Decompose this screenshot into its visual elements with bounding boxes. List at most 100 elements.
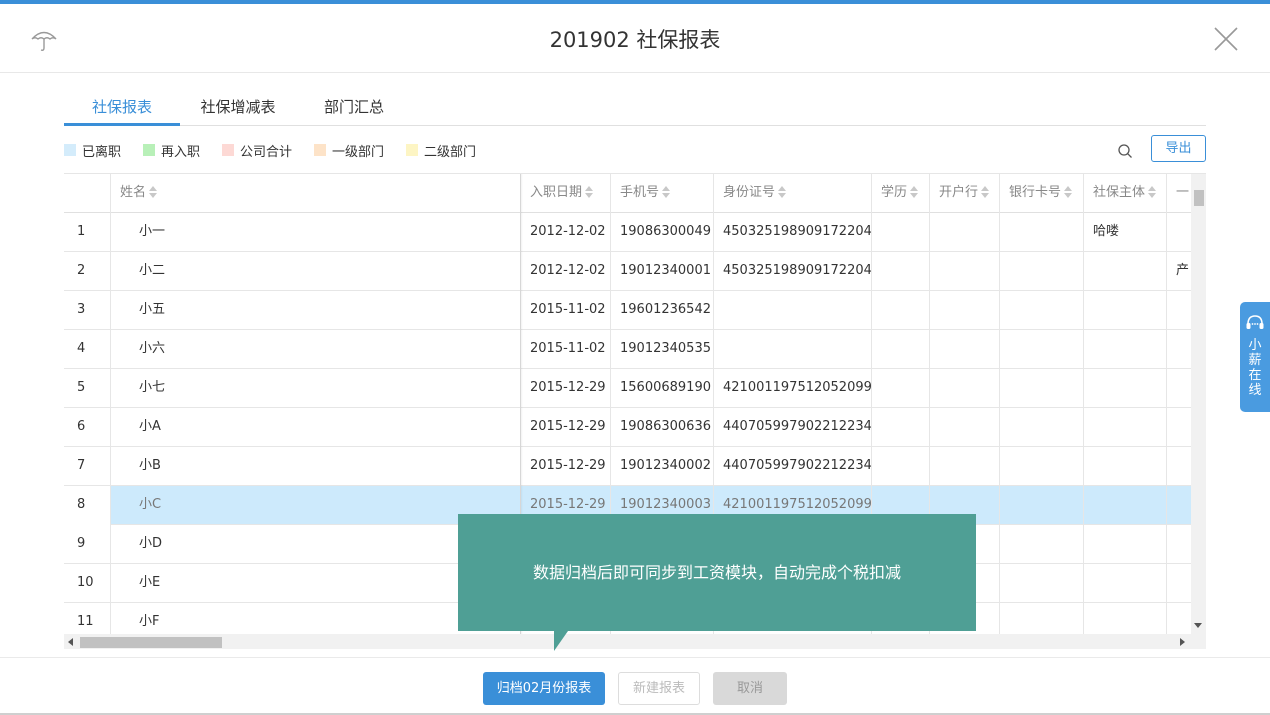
tab-bar: 社保报表 社保增减表 部门汇总 (64, 88, 1206, 126)
table-row[interactable]: 5 小七 2015-12-29 15600689190 4210011975120520… (64, 369, 1191, 408)
cell-phone: 19012340002 (611, 447, 714, 486)
cell-join-date: 2015-11-02 (521, 291, 611, 330)
cell-phone: 19012340535 (611, 330, 714, 369)
header-cell-name[interactable]: 姓名 (111, 174, 521, 213)
cell-join-date: 2012-12-02 (521, 213, 611, 252)
cell-more (1167, 486, 1191, 525)
vertical-scrollbar[interactable] (1191, 174, 1206, 634)
cell-social-entity (1084, 525, 1167, 564)
search-icon[interactable] (1117, 143, 1133, 159)
cell-education (872, 447, 930, 486)
cell-more (1167, 330, 1191, 369)
cell-more (1167, 213, 1191, 252)
cell-name: 小B (111, 447, 521, 486)
cell-bank (930, 252, 1000, 291)
cell-index: 10 (64, 564, 111, 603)
scroll-left-arrow-icon[interactable] (68, 638, 73, 646)
header-cell-join-date[interactable]: 入职日期 (521, 174, 611, 213)
scroll-down-arrow-icon[interactable] (1194, 623, 1202, 628)
header-cell-social-entity[interactable]: 社保主体 (1084, 174, 1167, 213)
scroll-right-arrow-icon[interactable] (1180, 638, 1185, 646)
cell-social-entity (1084, 408, 1167, 447)
table-row[interactable]: 7 小B 2015-12-29 19012340002 4407059979022122… (64, 447, 1191, 486)
table-row[interactable]: 3 小五 2015-11-02 19601236542 (64, 291, 1191, 330)
cell-more (1167, 369, 1191, 408)
cell-index: 1 (64, 213, 111, 252)
cell-index: 3 (64, 291, 111, 330)
header-cell-more[interactable]: 一 (1167, 174, 1191, 213)
archive-report-button[interactable]: 归档02月份报表 (483, 672, 605, 705)
header-cell-bank[interactable]: 开户行 (930, 174, 1000, 213)
cell-id-number (714, 330, 872, 369)
tooltip-pointer (554, 631, 568, 651)
cell-join-date: 2015-12-29 (521, 447, 611, 486)
cell-index: 4 (64, 330, 111, 369)
cell-phone: 19601236542 (611, 291, 714, 330)
cell-name: 小A (111, 408, 521, 447)
table-row[interactable]: 1 小一 2012-12-02 19086300049 4503251989091722… (64, 213, 1191, 252)
cell-social-entity (1084, 564, 1167, 603)
header-cell-id-number[interactable]: 身份证号 (714, 174, 872, 213)
cell-join-date: 2012-12-02 (521, 252, 611, 291)
cell-more (1167, 564, 1191, 603)
cell-bank-card (1000, 252, 1084, 291)
cell-education (872, 369, 930, 408)
header-cell-index (64, 174, 111, 213)
export-button[interactable]: 导出 (1151, 135, 1206, 162)
table-row[interactable]: 2 小二 2012-12-02 19012340001 4503251989091722… (64, 252, 1191, 291)
cell-name: 小五 (111, 291, 521, 330)
vertical-scroll-thumb[interactable] (1194, 190, 1204, 206)
cell-id-number (714, 291, 872, 330)
horizontal-scrollbar[interactable] (64, 634, 1206, 649)
table-row[interactable]: 4 小六 2015-11-02 19012340535 (64, 330, 1191, 369)
cell-bank-card (1000, 525, 1084, 564)
cell-bank (930, 213, 1000, 252)
cell-education (872, 291, 930, 330)
dialog-header: 201902 社保报表 (0, 4, 1270, 73)
cell-social-entity (1084, 291, 1167, 330)
cell-more (1167, 408, 1191, 447)
cell-education (872, 252, 930, 291)
legend-swatch (64, 144, 76, 156)
horizontal-scroll-thumb[interactable] (80, 637, 222, 648)
new-report-button[interactable]: 新建报表 (618, 672, 700, 705)
table-header: 姓名 入职日期 手机号 身份证号 学历 开户行 银行卡号 社保主体 一 (64, 174, 1191, 213)
cell-id-number: 440705997902212234 (714, 447, 872, 486)
cell-index: 9 (64, 525, 111, 564)
cell-index: 8 (64, 486, 111, 525)
cell-more (1167, 291, 1191, 330)
tab-social-report[interactable]: 社保报表 (64, 96, 180, 126)
cell-more (1167, 447, 1191, 486)
cell-join-date: 2015-11-02 (521, 330, 611, 369)
header-cell-education[interactable]: 学历 (872, 174, 930, 213)
cell-social-entity (1084, 330, 1167, 369)
header-cell-phone[interactable]: 手机号 (611, 174, 714, 213)
cell-bank-card (1000, 564, 1084, 603)
cell-bank-card (1000, 486, 1084, 525)
cell-social-entity (1084, 369, 1167, 408)
cell-education (872, 213, 930, 252)
online-chat-tab[interactable]: 小薪在线 (1240, 302, 1270, 412)
cancel-button[interactable]: 取消 (713, 672, 787, 705)
cell-name: 小七 (111, 369, 521, 408)
close-icon[interactable] (1213, 26, 1239, 52)
header-cell-bank-card[interactable]: 银行卡号 (1000, 174, 1084, 213)
cell-bank (930, 369, 1000, 408)
cell-phone: 19012340001 (611, 252, 714, 291)
cell-bank (930, 291, 1000, 330)
cell-bank-card (1000, 369, 1084, 408)
cell-social-entity (1084, 447, 1167, 486)
cell-id-number: 450325198909172204 (714, 252, 872, 291)
tab-dept-summary[interactable]: 部门汇总 (314, 96, 394, 126)
cell-social-entity: 哈喽 (1084, 213, 1167, 252)
cell-index: 7 (64, 447, 111, 486)
cell-name: 小六 (111, 330, 521, 369)
cell-phone: 19086300636 (611, 408, 714, 447)
cell-education (872, 408, 930, 447)
cell-bank (930, 447, 1000, 486)
tab-social-change[interactable]: 社保增减表 (190, 96, 286, 126)
table-row[interactable]: 6 小A 2015-12-29 19086300636 4407059979022122… (64, 408, 1191, 447)
cell-more (1167, 525, 1191, 564)
cell-index: 6 (64, 408, 111, 447)
legend-swatch (143, 144, 155, 156)
